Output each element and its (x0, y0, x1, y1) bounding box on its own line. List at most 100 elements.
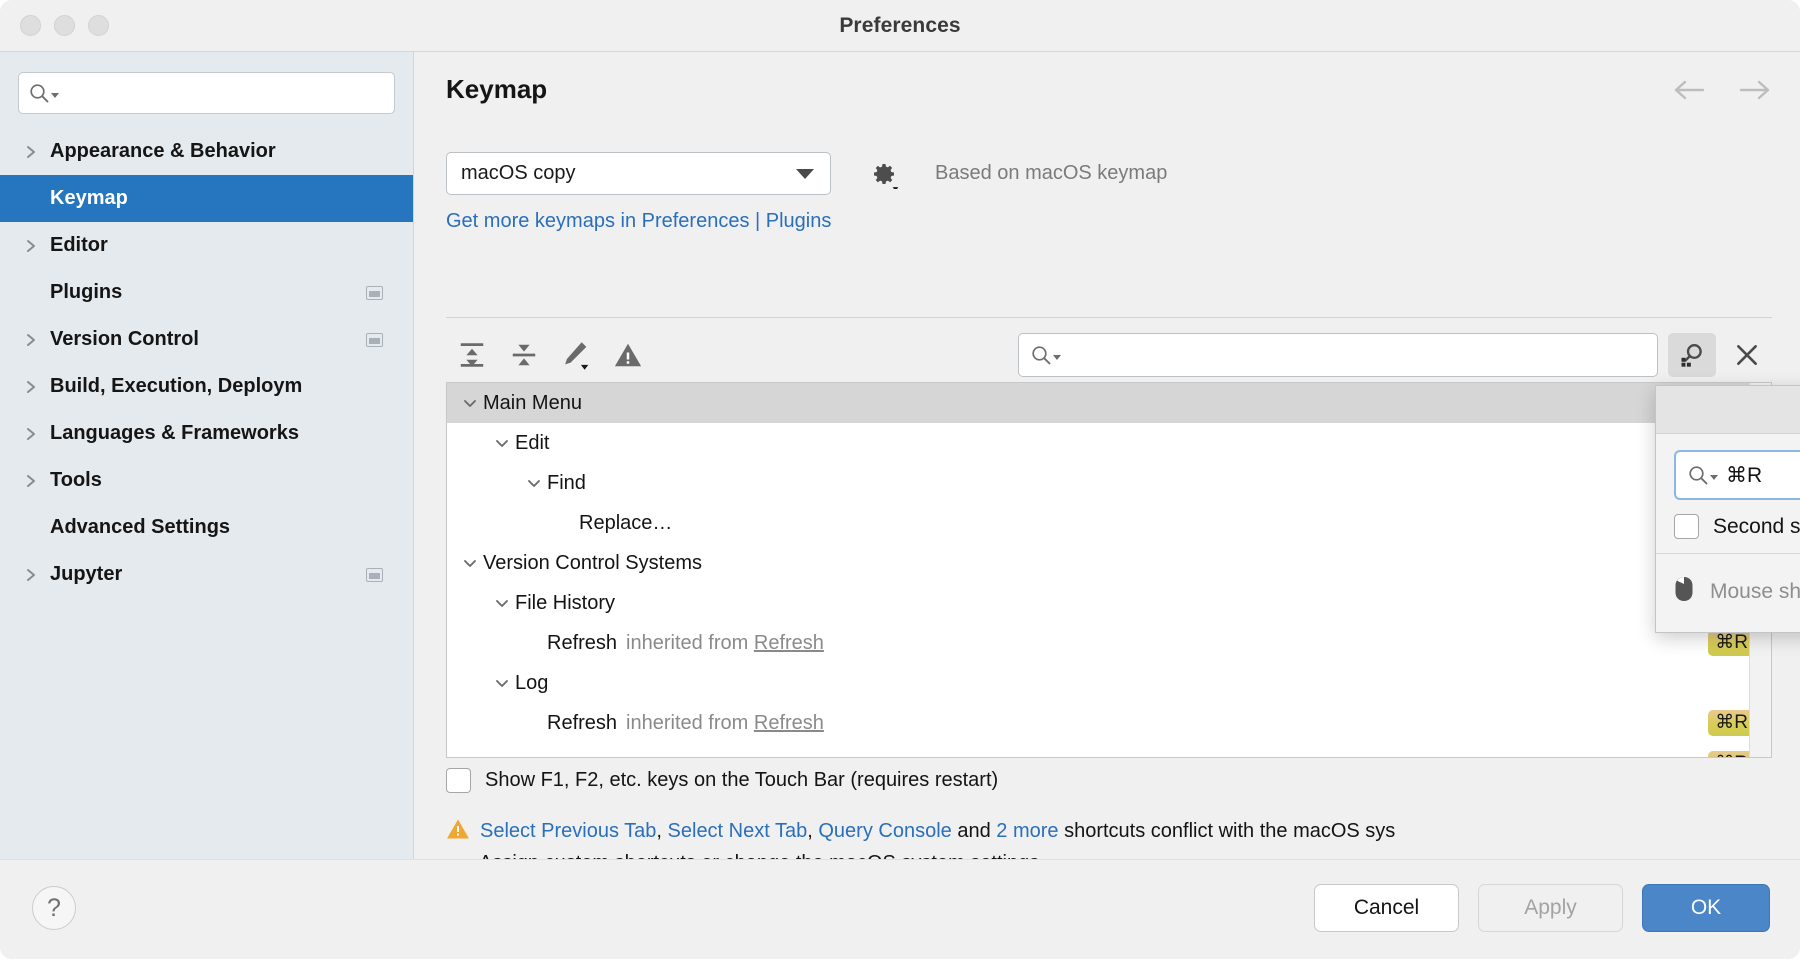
sidebar-item-plugins[interactable]: Plugins (0, 269, 413, 316)
search-icon (29, 83, 60, 104)
keymap-select-value: macOS copy (461, 162, 575, 185)
apply-button[interactable]: Apply (1478, 884, 1623, 932)
sidebar-search-input[interactable] (66, 83, 384, 104)
chevron-right-icon (24, 332, 50, 348)
find-shortcut-popup: Find Shortcut ⌘R Second stroke (1655, 385, 1800, 633)
help-button[interactable]: ? (32, 886, 76, 930)
keymap-search[interactable] (1018, 333, 1658, 377)
inherited-source-link[interactable]: Refresh (754, 632, 824, 654)
keymap-search-input[interactable] (1069, 344, 1645, 366)
conflict-tail-text: shortcuts conflict with the macOS sys (1064, 820, 1395, 842)
search-icon (1031, 345, 1062, 366)
conflict-link-select-next-tab[interactable]: Select Next Tab (668, 820, 808, 842)
tree-row[interactable]: Replace… ⌘R (447, 503, 1771, 543)
mouse-shortcut-option[interactable]: Mouse shortcut (1656, 554, 1800, 632)
sidebar-item-label: Build, Execution, Deploym (50, 375, 302, 398)
search-icon (1688, 465, 1719, 486)
conflict-link-2-more[interactable]: 2 more (996, 820, 1058, 842)
tree-row[interactable]: ⌘R (447, 743, 1771, 758)
tree-row-inherited: inherited from Refresh (626, 632, 824, 655)
based-on-label: Based on macOS keymap (935, 162, 1167, 185)
tree-row[interactable]: Main Menu (447, 383, 1771, 423)
sidebar-search[interactable] (18, 72, 395, 114)
sidebar-item-version-control[interactable]: Version Control (0, 316, 413, 363)
sidebar-item-appearance-behavior[interactable]: Appearance & Behavior (0, 128, 413, 175)
window-title: Preferences (0, 14, 1800, 38)
conflict-link-query-console[interactable]: Query Console (818, 820, 951, 842)
sidebar-item-build-execution-deployment[interactable]: Build, Execution, Deploym (0, 363, 413, 410)
get-more-keymaps-link[interactable]: Get more keymaps in Preferences | Plugin… (446, 210, 831, 233)
tree-row-inherited: inherited from Refresh (626, 712, 824, 735)
keymap-tree[interactable]: Main Menu Edit Find Replace… ⌘R Version … (446, 382, 1772, 758)
tree-row[interactable]: Version Control Systems (447, 543, 1771, 583)
tree-row-label: Refresh (547, 632, 617, 655)
mouse-icon (1674, 576, 1694, 608)
chevron-down-icon[interactable] (489, 435, 515, 451)
second-stroke-label: Second stroke (1713, 515, 1800, 539)
keymap-toolbar (446, 330, 1772, 380)
keymap-select[interactable]: macOS copy (446, 152, 831, 195)
chevron-down-icon[interactable] (457, 395, 483, 411)
toolbar-divider (446, 317, 1772, 318)
expand-all-icon[interactable] (446, 333, 498, 377)
chevron-right-icon (24, 144, 50, 160)
find-shortcut-icon[interactable] (1668, 333, 1716, 377)
settings-sidebar: Appearance & Behavior Keymap Editor Plug… (0, 52, 414, 859)
sidebar-item-languages-frameworks[interactable]: Languages & Frameworks (0, 410, 413, 457)
chevron-right-icon (24, 238, 50, 254)
find-shortcut-input[interactable]: ⌘R (1674, 450, 1800, 500)
chevron-down-icon[interactable] (489, 595, 515, 611)
sidebar-item-editor[interactable]: Editor (0, 222, 413, 269)
sidebar-item-label: Tools (50, 469, 102, 492)
tree-row[interactable]: Log (447, 663, 1771, 703)
edit-pencil-icon[interactable] (550, 333, 602, 377)
tree-row-label: Replace… (579, 512, 672, 535)
second-stroke-option[interactable]: Second stroke (1674, 514, 1800, 539)
chevron-right-icon (24, 473, 50, 489)
tree-row[interactable]: Find (447, 463, 1771, 503)
chevron-down-icon[interactable] (457, 555, 483, 571)
tree-row-label: Find (547, 472, 586, 495)
conflict-sep: , (656, 820, 667, 842)
sidebar-item-advanced-settings[interactable]: Advanced Settings (0, 504, 413, 551)
sidebar-item-label: Languages & Frameworks (50, 422, 299, 445)
sidebar-item-jupyter[interactable]: Jupyter (0, 551, 413, 598)
tree-row-label: Log (515, 672, 548, 695)
ok-button[interactable]: OK (1642, 884, 1770, 932)
tree-row[interactable]: Edit (447, 423, 1771, 463)
conflict-sep: , (807, 820, 818, 842)
mouse-shortcut-label: Mouse shortcut (1710, 580, 1800, 604)
touch-bar-checkbox[interactable] (446, 768, 471, 793)
chevron-down-icon[interactable] (521, 475, 547, 491)
chevron-right-icon (24, 426, 50, 442)
touch-bar-option[interactable]: Show F1, F2, etc. keys on the Touch Bar … (446, 768, 998, 793)
preferences-window: Preferences Appearance & Behavior Keymap… (0, 0, 1800, 959)
tree-row[interactable]: Refresh inherited from Refresh ⌘R (447, 623, 1771, 663)
second-stroke-checkbox[interactable] (1674, 514, 1699, 539)
sidebar-item-label: Plugins (50, 281, 122, 304)
shortcut-badge: ⌘R (1708, 751, 1755, 758)
inherited-source-link[interactable]: Refresh (754, 712, 824, 734)
sidebar-item-tools[interactable]: Tools (0, 457, 413, 504)
chevron-right-icon (24, 379, 50, 395)
back-arrow-icon[interactable] (1672, 78, 1706, 107)
warning-triangle-icon[interactable] (602, 333, 654, 377)
sidebar-item-keymap[interactable]: Keymap (0, 175, 413, 222)
tree-row-label: File History (515, 592, 615, 615)
sidebar-item-label: Advanced Settings (50, 516, 230, 539)
cancel-button[interactable]: Cancel (1314, 884, 1459, 932)
gear-icon[interactable] (869, 159, 899, 189)
keymap-panel: Keymap macOS copy Based on macOS ke (415, 52, 1800, 859)
tree-row[interactable]: Refresh inherited from Refresh ⌘R (447, 703, 1771, 743)
keymap-selector-row: macOS copy Based on macOS keymap (446, 152, 1772, 195)
find-shortcut-value: ⌘R (1726, 463, 1800, 488)
tree-row[interactable]: File History (447, 583, 1771, 623)
project-scope-icon (366, 333, 383, 347)
chevron-down-icon[interactable] (489, 675, 515, 691)
close-search-icon[interactable] (1722, 333, 1772, 377)
collapse-all-icon[interactable] (498, 333, 550, 377)
conflict-link-select-previous-tab[interactable]: Select Previous Tab (480, 820, 656, 842)
touch-bar-label: Show F1, F2, etc. keys on the Touch Bar … (485, 769, 998, 792)
forward-arrow-icon[interactable] (1738, 78, 1772, 107)
conflict-and: and (952, 820, 996, 842)
